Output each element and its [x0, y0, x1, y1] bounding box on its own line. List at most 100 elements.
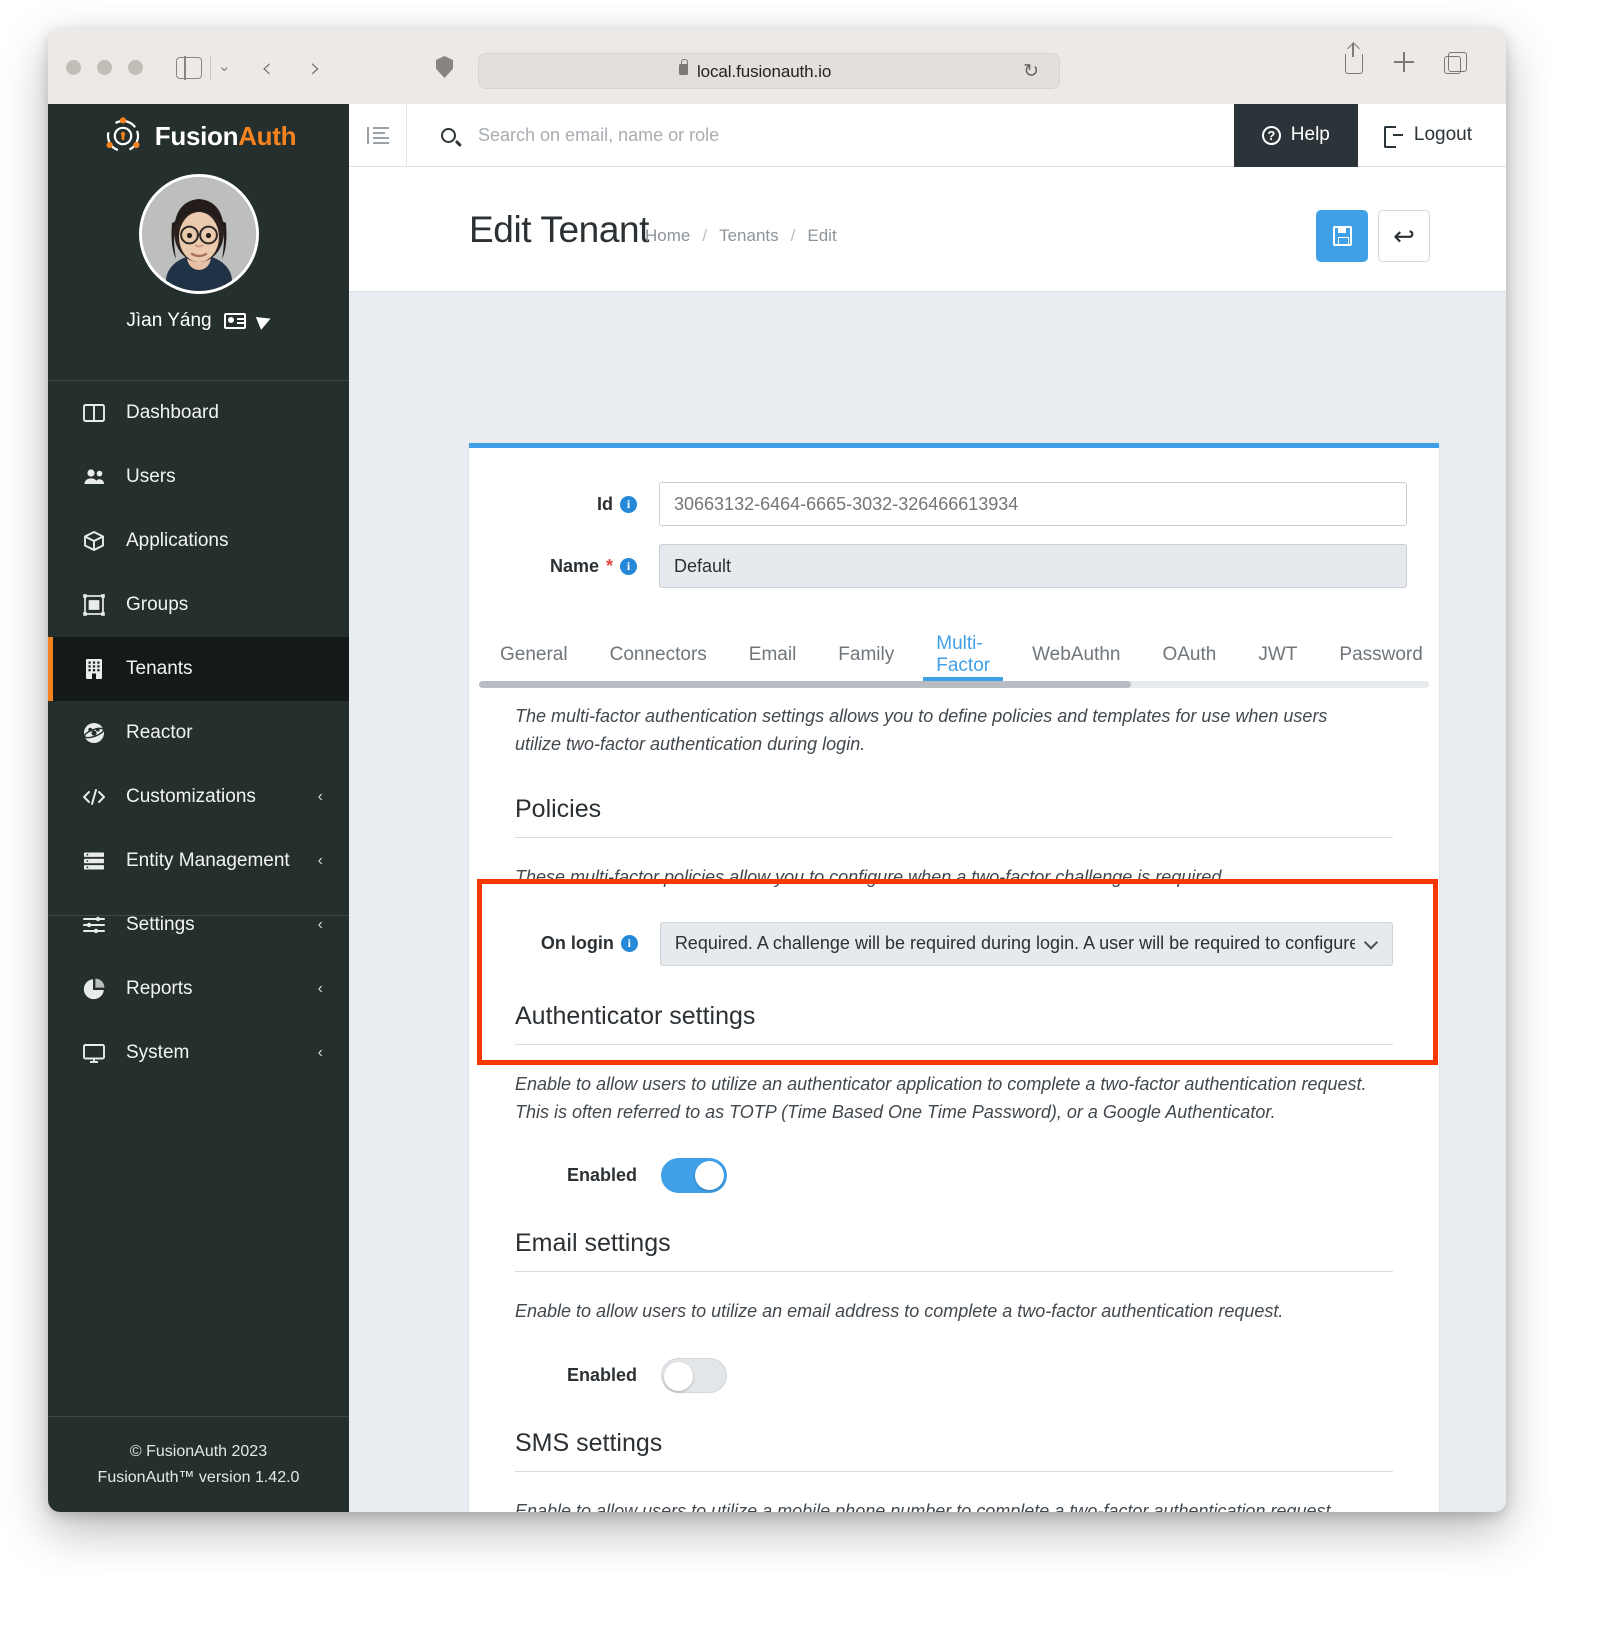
- tab-jwt[interactable]: JWT: [1237, 628, 1318, 681]
- toggle-knob: [664, 1362, 693, 1392]
- tab-general[interactable]: General: [479, 628, 589, 681]
- on-login-select[interactable]: Required. A challenge will be required d…: [659, 921, 1393, 966]
- sidebar-item-groups[interactable]: Groups: [48, 573, 349, 637]
- breadcrumb-separator: /: [790, 226, 796, 245]
- locate-icon[interactable]: [255, 312, 273, 330]
- id-label: Id i: [469, 494, 659, 515]
- brand-logo-area[interactable]: FusionAuth: [48, 104, 349, 168]
- chevron-left-icon[interactable]: ‹: [318, 853, 323, 869]
- sidebar-item-users[interactable]: Users: [48, 445, 349, 509]
- sidebar-item-dashboard[interactable]: Dashboard: [48, 381, 349, 445]
- forward-arrow-icon[interactable]: ›: [310, 54, 321, 82]
- browser-window: ⌄ ‹ › local.fusionauth.io ↻ FusionAuth J…: [48, 28, 1506, 1512]
- sms-title: SMS settings: [515, 1429, 1393, 1473]
- sidebar-item-customizations[interactable]: Customizations ‹: [48, 765, 349, 829]
- id-card-icon[interactable]: [223, 313, 246, 329]
- monitor-icon: [82, 1041, 106, 1065]
- id-input[interactable]: [659, 482, 1407, 526]
- info-icon[interactable]: i: [620, 557, 637, 575]
- info-icon[interactable]: i: [620, 935, 638, 953]
- footer-copyright: © FusionAuth 2023: [129, 1442, 268, 1460]
- authenticator-enabled-row: Enabled: [515, 1158, 1393, 1194]
- policies-description: These multi-factor policies allow you to…: [515, 866, 1227, 887]
- tab-email[interactable]: Email: [728, 628, 818, 681]
- sidebar-item-system[interactable]: System ‹: [48, 1021, 349, 1085]
- logout-button[interactable]: Logout: [1358, 104, 1506, 167]
- name-input[interactable]: [659, 544, 1407, 588]
- chevron-left-icon[interactable]: ‹: [318, 1045, 323, 1061]
- breadcrumb-edit[interactable]: Edit: [807, 226, 836, 246]
- brand-wordmark: FusionAuth: [154, 120, 297, 152]
- back-arrow-icon[interactable]: ‹: [261, 54, 272, 82]
- dashboard-icon: [82, 401, 106, 425]
- brand-fusion: Fusion: [154, 120, 239, 151]
- tab-multi-factor[interactable]: Multi-Factor: [915, 628, 1011, 681]
- authenticator-enabled-label: Enabled: [566, 1165, 637, 1186]
- tabs-scrollbar-thumb[interactable]: [479, 681, 1131, 688]
- sidebar-item-applications[interactable]: Applications: [48, 509, 349, 573]
- tab-connectors[interactable]: Connectors: [589, 628, 728, 681]
- shield-icon[interactable]: [436, 56, 453, 78]
- email-enabled-row: Enabled: [515, 1358, 1393, 1394]
- show-tabs-icon[interactable]: [1444, 52, 1467, 74]
- authenticator-enabled-toggle[interactable]: [661, 1158, 727, 1194]
- browser-sidebar-icon[interactable]: [176, 56, 202, 80]
- topbar: ? Help Logout: [349, 104, 1506, 167]
- breadcrumb-tenants[interactable]: Tenants: [719, 226, 779, 246]
- sidebar-item-label: Settings: [126, 914, 195, 935]
- policies-title: Policies: [515, 795, 1393, 838]
- breadcrumb: Home / Tenants / Edit: [645, 226, 837, 246]
- email-enabled-label: Enabled: [566, 1365, 637, 1386]
- tab-webauthn[interactable]: WebAuthn: [1011, 628, 1141, 681]
- on-login-label: On login i: [515, 933, 660, 954]
- sidebar-item-tenants[interactable]: Tenants: [48, 637, 349, 701]
- tab-family[interactable]: Family: [817, 628, 915, 681]
- save-button[interactable]: [1316, 210, 1368, 262]
- breadcrumb-home[interactable]: Home: [645, 226, 690, 246]
- tabs-scrollbar[interactable]: [479, 681, 1429, 688]
- sidebar-item-entity-management[interactable]: Entity Management ‹: [48, 829, 349, 893]
- avatar[interactable]: [138, 174, 259, 294]
- question-mark-icon: ?: [1261, 125, 1281, 145]
- info-icon[interactable]: i: [620, 495, 637, 513]
- code-icon: [82, 785, 106, 809]
- new-tab-icon[interactable]: [1394, 52, 1414, 72]
- main-content: ? Help Logout Edit Tenant Home / Tenants…: [349, 104, 1506, 1512]
- email-description: Enable to allow users to utilize an emai…: [515, 1301, 1284, 1322]
- name-label: Name * i: [469, 556, 659, 577]
- minimize-window-button[interactable]: [97, 60, 112, 75]
- profile-name: Jìan Yáng: [126, 310, 212, 331]
- users-icon: [82, 465, 106, 489]
- share-icon[interactable]: [1345, 43, 1363, 74]
- sidebar-item-settings[interactable]: Settings ‹: [48, 893, 349, 957]
- footer-version: FusionAuth™ version 1.42.0: [97, 1468, 300, 1486]
- policies-section: Policies These multi-factor policies all…: [469, 795, 1439, 1065]
- close-window-button[interactable]: [66, 60, 81, 75]
- chevron-left-icon[interactable]: ‹: [318, 917, 323, 933]
- sidebar-item-reports[interactable]: Reports ‹: [48, 957, 349, 1021]
- maximize-window-button[interactable]: [128, 60, 143, 75]
- id-field-row: Id i: [469, 482, 1439, 526]
- url-bar[interactable]: local.fusionauth.io ↻: [478, 53, 1060, 89]
- sidebar-item-reactor[interactable]: Reactor: [48, 701, 349, 765]
- email-enabled-toggle[interactable]: [661, 1358, 727, 1394]
- sms-section: SMS settings Enable to allow users to ut…: [469, 1429, 1439, 1512]
- help-label: Help: [1290, 124, 1330, 145]
- content-scroll-area[interactable]: Id i Name * i General: [349, 292, 1506, 1512]
- required-asterisk: *: [605, 555, 613, 576]
- sms-description: Enable to allow users to utilize a mobil…: [515, 1501, 1336, 1512]
- tab-password[interactable]: Password: [1318, 628, 1443, 681]
- breadcrumb-separator: /: [702, 226, 708, 245]
- sidebar-item-label: System: [126, 1042, 190, 1063]
- logout-icon: [1383, 126, 1403, 148]
- chevron-down-icon[interactable]: ⌄: [218, 59, 231, 74]
- help-button[interactable]: ? Help: [1233, 104, 1358, 167]
- chevron-left-icon[interactable]: ‹: [318, 789, 323, 805]
- tab-oauth[interactable]: OAuth: [1141, 628, 1237, 681]
- search-input[interactable]: [478, 124, 1178, 146]
- reload-icon[interactable]: ↻: [1023, 62, 1039, 82]
- chevron-left-icon[interactable]: ‹: [318, 981, 323, 997]
- collapse-sidebar-button[interactable]: [349, 104, 407, 167]
- back-button[interactable]: ↩: [1378, 210, 1430, 262]
- toggle-knob: [695, 1161, 724, 1191]
